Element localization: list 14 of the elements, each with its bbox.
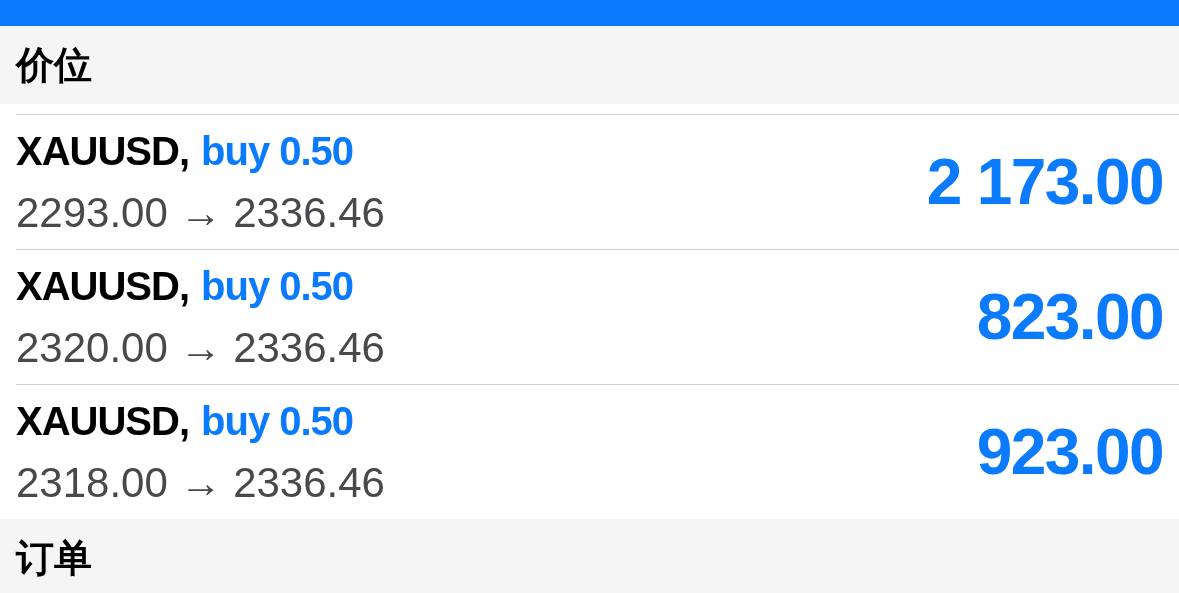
profit: 823.00 [976, 280, 1163, 355]
price-range: 2320.00 → 2336.46 [16, 323, 385, 373]
price-range: 2318.00 → 2336.46 [16, 458, 385, 508]
symbol: XAUUSD, [16, 398, 190, 445]
trade-side: buy 0.50 [201, 398, 354, 445]
symbol: XAUUSD, [16, 128, 190, 175]
symbol: XAUUSD, [16, 263, 190, 310]
trade-side: buy 0.50 [201, 263, 354, 310]
trade-side: buy 0.50 [201, 128, 354, 175]
profit: 2 173.00 [926, 145, 1163, 220]
section-title: 订单 [16, 535, 92, 581]
price-range: 2293.00 → 2336.46 [16, 188, 385, 238]
section-title: 价位 [16, 42, 92, 88]
profit: 923.00 [976, 415, 1163, 490]
